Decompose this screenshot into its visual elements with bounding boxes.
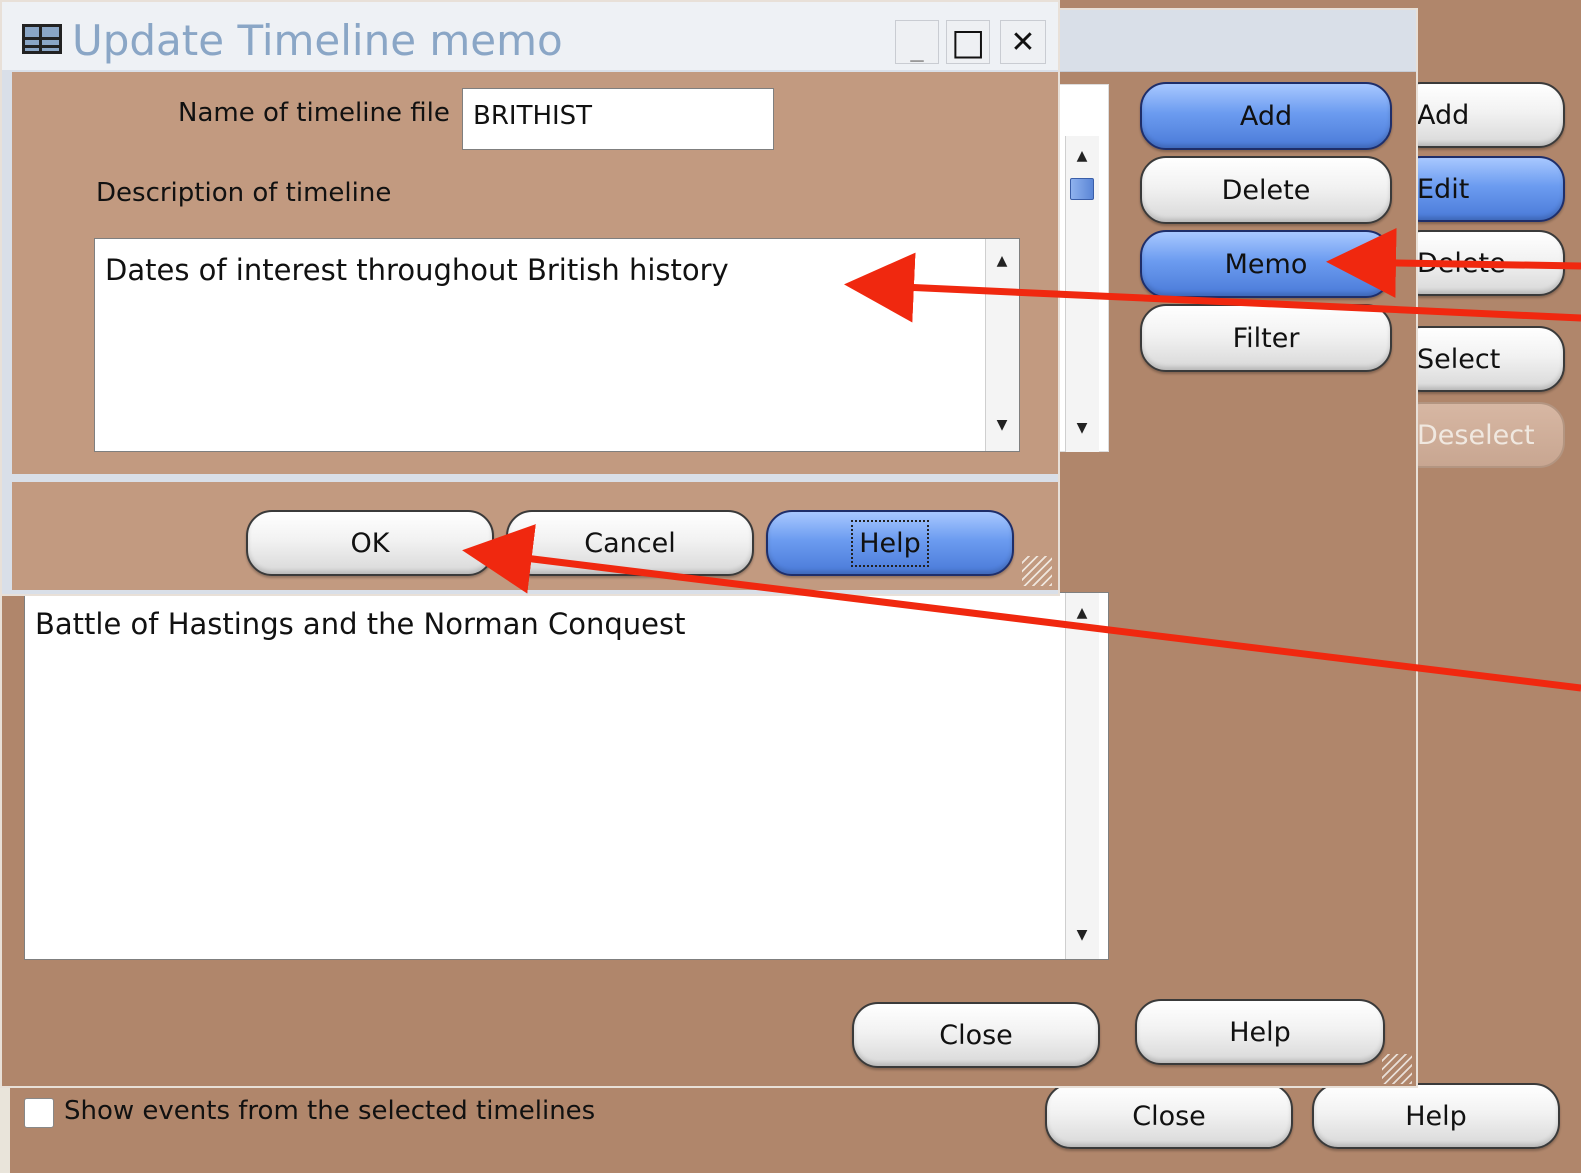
arrow-to-description	[844, 252, 1581, 323]
annotation-arrows	[462, 227, 1581, 692]
arrow-to-memo-button	[1326, 227, 1581, 298]
arrow-to-ok-button	[462, 524, 1581, 692]
